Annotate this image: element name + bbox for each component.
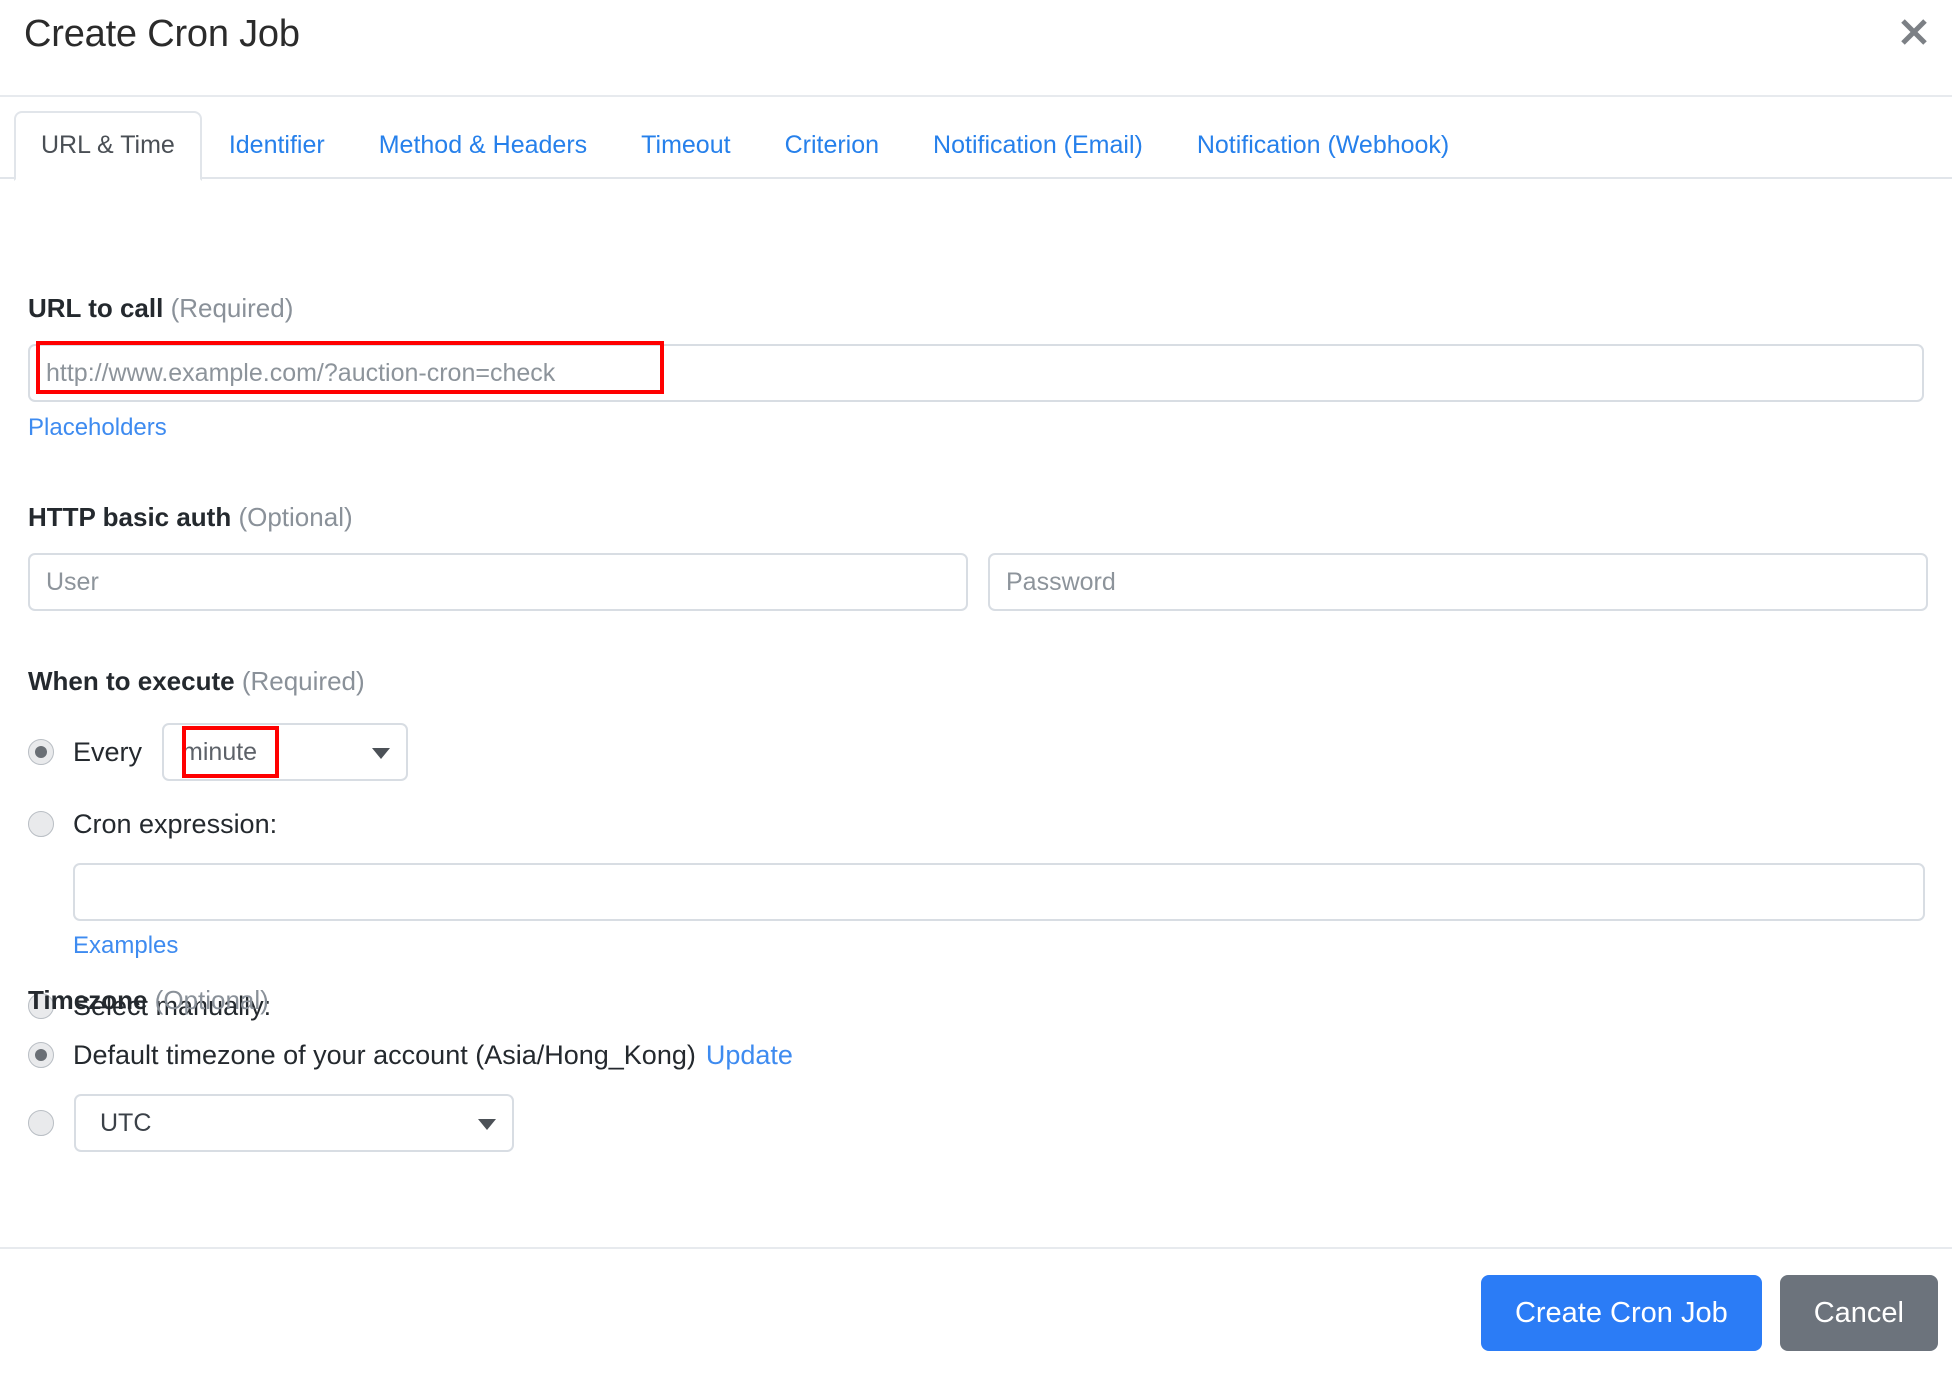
radio-every[interactable] bbox=[28, 739, 54, 765]
tab-identifier[interactable]: Identifier bbox=[202, 111, 352, 181]
url-requirement: (Required) bbox=[170, 293, 294, 323]
cron-option-row: Cron expression: bbox=[28, 807, 1925, 841]
url-field-label: URL to call (Required) bbox=[28, 292, 1924, 324]
when-field-label: When to execute (Required) bbox=[28, 665, 1925, 697]
tab-url-time[interactable]: URL & Time bbox=[14, 111, 202, 181]
cron-expression-label: Cron expression: bbox=[73, 809, 278, 839]
timezone-label-text: Timezone bbox=[28, 985, 148, 1015]
tab-criterion[interactable]: Criterion bbox=[758, 111, 906, 181]
auth-password-input[interactable] bbox=[988, 553, 1928, 611]
close-glyph bbox=[1901, 19, 1927, 45]
timezone-select-wrap: UTC bbox=[74, 1094, 514, 1152]
auth-label-text: HTTP basic auth bbox=[28, 502, 232, 532]
timezone-select[interactable]: UTC bbox=[74, 1094, 514, 1152]
http-basic-auth-section: HTTP basic auth (Optional) bbox=[28, 501, 1928, 611]
auth-input-row bbox=[28, 553, 1928, 611]
radio-cron-expression[interactable] bbox=[28, 811, 54, 837]
cron-expression-block: Examples bbox=[73, 863, 1925, 961]
dialog-header: Create Cron Job bbox=[0, 0, 1952, 97]
cancel-button[interactable]: Cancel bbox=[1779, 1274, 1938, 1351]
auth-user-input[interactable] bbox=[28, 553, 968, 611]
url-input[interactable] bbox=[28, 344, 1924, 402]
close-icon[interactable] bbox=[1890, 8, 1938, 56]
cron-expression-input[interactable] bbox=[73, 863, 1925, 921]
every-option-row: Every minute bbox=[28, 723, 1925, 781]
timezone-custom-row: UTC bbox=[28, 1094, 793, 1152]
url-label-text: URL to call bbox=[28, 293, 164, 323]
radio-timezone-default[interactable] bbox=[28, 1042, 54, 1068]
radio-timezone-custom[interactable] bbox=[28, 1110, 54, 1136]
url-input-row bbox=[28, 341, 1924, 402]
create-cron-job-button[interactable]: Create Cron Job bbox=[1480, 1274, 1762, 1351]
timezone-field-label: Timezone (Optional) bbox=[28, 984, 793, 1016]
url-section: URL to call (Required) Placeholders bbox=[28, 292, 1924, 443]
auth-field-label: HTTP basic auth (Optional) bbox=[28, 501, 1928, 533]
dialog-footer: Create Cron Job Cancel bbox=[0, 1247, 1952, 1376]
every-label: Every bbox=[73, 737, 143, 767]
tab-method-headers[interactable]: Method & Headers bbox=[352, 111, 614, 181]
examples-link[interactable]: Examples bbox=[73, 931, 178, 961]
tab-timeout[interactable]: Timeout bbox=[614, 111, 757, 181]
tab-notification-webhook[interactable]: Notification (Webhook) bbox=[1170, 111, 1476, 181]
tab-bar: URL & Time Identifier Method & Headers T… bbox=[0, 97, 1952, 181]
auth-requirement: (Optional) bbox=[238, 502, 353, 532]
timezone-requirement: (Optional) bbox=[154, 985, 269, 1015]
when-to-execute-section: When to execute (Required) Every minute … bbox=[28, 665, 1925, 1023]
when-label-text: When to execute bbox=[28, 666, 235, 696]
every-interval-select[interactable]: minute bbox=[162, 723, 409, 781]
dialog-body: URL to call (Required) Placeholders HTTP… bbox=[0, 179, 1952, 1327]
timezone-section: Timezone (Optional) Default timezone of … bbox=[28, 984, 793, 1152]
placeholders-link[interactable]: Placeholders bbox=[28, 413, 167, 443]
page-title: Create Cron Job bbox=[24, 13, 300, 55]
timezone-default-label: Default timezone of your account (Asia/H… bbox=[73, 1040, 696, 1070]
when-requirement: (Required) bbox=[241, 666, 365, 696]
timezone-update-link[interactable]: Update bbox=[706, 1040, 793, 1070]
create-cron-job-dialog: Create Cron Job URL & Time Identifier Me… bbox=[0, 0, 1952, 1376]
every-select-wrap: minute bbox=[162, 723, 409, 781]
tab-notification-email[interactable]: Notification (Email) bbox=[906, 111, 1170, 181]
timezone-default-row: Default timezone of your account (Asia/H… bbox=[28, 1038, 793, 1072]
